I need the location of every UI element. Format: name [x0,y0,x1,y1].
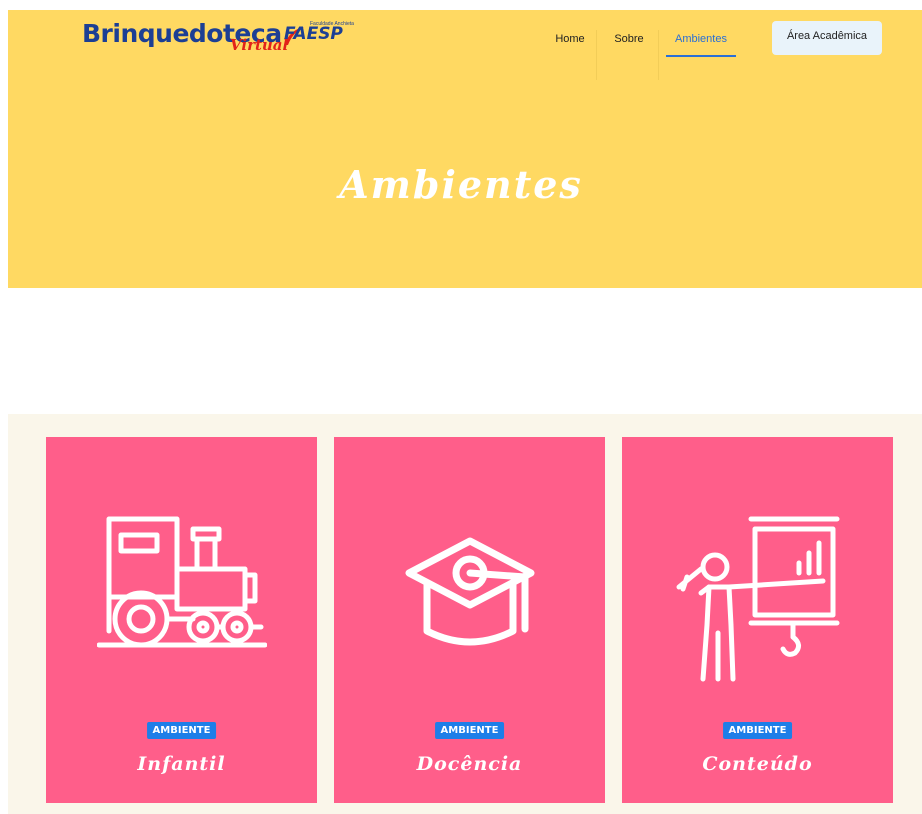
nav-separator [596,30,597,80]
card-badge: AMBIENTE [722,722,793,739]
card-badge: AMBIENTE [146,722,217,739]
nav-separator [658,30,659,80]
area-academica-button[interactable]: Área Acadêmica [772,21,882,55]
page-title: Ambientes [339,162,583,207]
nav-home[interactable]: Home [547,22,593,62]
card-infantil[interactable]: AMBIENTE Infantil [46,437,317,803]
card-title: Conteúdo [702,753,813,775]
card-docencia[interactable]: AMBIENTE Docência [334,437,605,803]
logo-partner-tagline: Faculdade Anchieta [310,21,354,27]
nav-sobre[interactable]: Sobre [604,22,654,62]
nav-ambientes-label: Ambientes [675,33,727,45]
card-conteudo[interactable]: AMBIENTE Conteúdo [622,437,893,803]
train-icon [96,516,267,648]
presentation-board-icon [676,516,839,682]
site-logo[interactable]: Brinquedoteca Virtual FAESP Faculdade An… [82,17,372,65]
card-title: Infantil [137,753,226,775]
nav-active-indicator [666,55,736,57]
graduation-cap-icon [405,537,534,646]
nav-ambientes[interactable]: Ambientes [666,22,736,62]
card-badge: AMBIENTE [434,722,505,739]
card-title: Docência [416,753,523,775]
logo-subtitle: Virtual [230,36,289,54]
